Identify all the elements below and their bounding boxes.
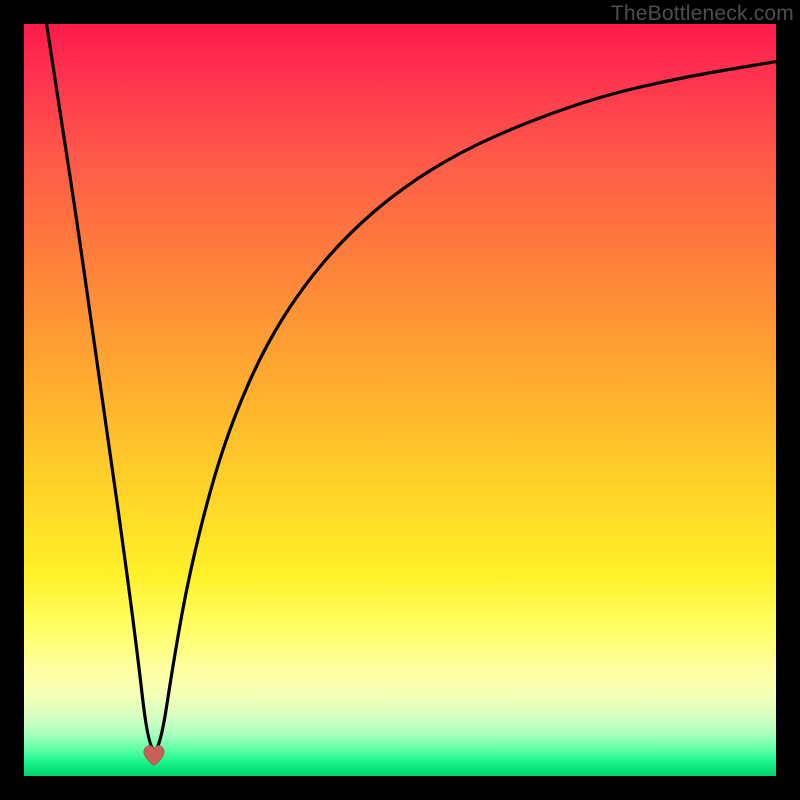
bottleneck-curve <box>24 24 776 776</box>
plot-area <box>24 24 776 776</box>
watermark-text: TheBottleneck.com <box>611 2 794 26</box>
